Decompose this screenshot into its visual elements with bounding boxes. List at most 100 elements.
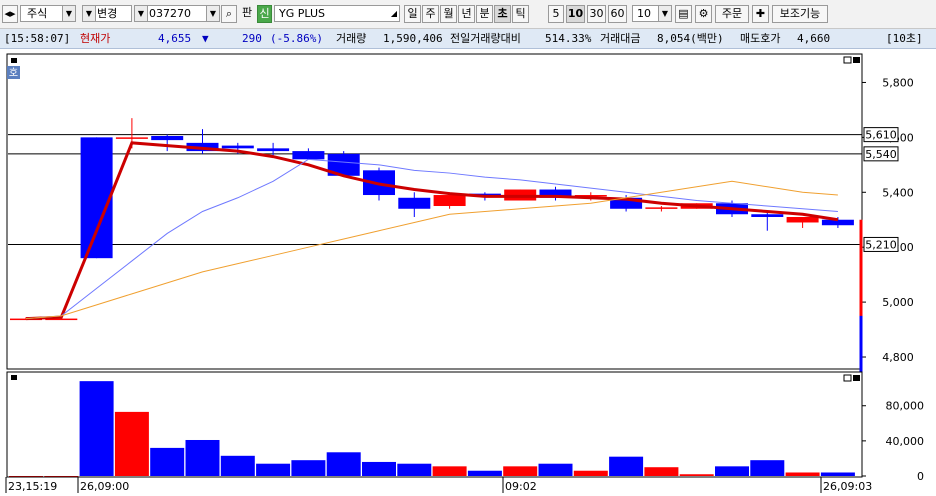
pan-label: 판 [241,6,253,19]
period-tab[interactable]: 일 [404,5,421,23]
prev-volume-ratio: 514.33% [545,32,592,45]
candle-body [151,135,184,141]
amount-label: 거래대금 [600,32,641,45]
candle-body [80,137,113,259]
volume-bar [397,463,432,476]
candle-body [115,137,148,139]
volume-bar [291,460,326,476]
volume-bar [715,466,749,476]
candle-body [398,197,431,209]
volume-bar [785,472,820,476]
settings-button[interactable]: ⚙ [695,5,712,23]
reference-line-label: 5,540 [865,148,897,161]
chevron-down-icon: ▼ [135,6,148,21]
indicator-button[interactable]: 보조기능 [772,5,828,23]
order-button-label: 주문 [721,7,743,20]
panel-handle-icon[interactable] [11,375,17,380]
volume-bar [432,466,467,476]
volume-label: 거래량 [336,32,367,45]
stock-name: YG PLUS [279,7,325,20]
y-tick-label: 5,800 [882,76,914,89]
stock-chart[interactable]: 호 5,8005,6005,4005,2005,0004,800 5,6105,… [0,49,936,496]
interval-input[interactable]: 10 ▼ [632,5,672,22]
volume-bar [538,463,573,476]
x-tick-label: 26,09:00 [80,480,129,493]
indicator-button-label: 보조기능 [779,7,821,20]
gear-icon: ⚙ [698,7,709,20]
period-tab[interactable]: 초 [494,5,511,23]
period-tab[interactable]: 월 [440,5,457,23]
nav-arrows-icon: ◂▸ [4,7,16,20]
period-tab[interactable]: 주 [422,5,439,23]
sin-badge: 신 [257,5,272,23]
save-icon: ▤ [678,7,689,20]
ask-label: 매도호가 [740,32,781,45]
candle-body [786,216,819,223]
candle-body [292,151,325,160]
chevron-down-icon: ▼ [658,6,671,21]
volume-bar [220,455,255,476]
volume-bar [79,381,114,476]
add-button[interactable]: ✚ [752,5,769,23]
period-tab[interactable]: 틱 [512,5,529,23]
stock-code-input[interactable]: ▼ 037270 ▼ [134,5,220,22]
volume-bar [362,461,396,476]
side-label: 호 [9,67,18,79]
volume-bar [750,460,785,476]
search-button[interactable]: ⌕ [221,5,237,23]
chevron-down-icon: ▼ [62,6,75,21]
panel-handle-icon[interactable] [11,58,17,63]
reference-line-label: 5,610 [865,129,897,142]
x-tick-label: 26,09:03 [823,480,872,493]
volume-bar [503,466,538,476]
period-label: [10초] [886,32,923,45]
save-button[interactable]: ▤ [675,5,692,23]
period-tab[interactable]: 년 [458,5,475,23]
dropdown-arrow-icon: ◢ [390,9,397,18]
volume-bar [609,456,644,476]
plus-icon: ✚ [755,7,766,20]
candle-body [751,214,784,217]
volume-bar [467,470,502,476]
x-tick-label: 23,15:19 [8,480,57,493]
market-select-label: 주식 [27,7,48,20]
y-tick-label: 5,000 [882,296,914,309]
volume-y-tick-label: 80,000 [886,400,925,413]
quote-time: [15:58:07] [4,32,71,45]
interval-button[interactable]: 60 [608,5,627,23]
interval-button[interactable]: 5 [548,5,564,23]
candle-body [645,207,678,209]
volume-bar [820,472,855,476]
down-arrow-icon: ▼ [202,32,209,45]
search-icon: ⌕ [225,7,233,20]
amount-value: 8,054(백만) [657,32,724,45]
quote-info-bar: [15:58:07] 현재가 4,655 ▼ 290 (-5.86%) 거래량 … [0,29,936,49]
candle-body [221,145,254,149]
volume-y-tick-label: 40,000 [886,435,925,448]
order-button[interactable]: 주문 [715,5,749,23]
market-select[interactable]: 주식 ▼ [20,5,76,22]
interval-button[interactable]: 30 [587,5,606,23]
change-button[interactable]: ▼ 변경 [82,5,132,22]
volume-bar [185,439,220,476]
period-tab[interactable]: 분 [476,5,493,23]
stock-code-value: 037270 [149,7,191,20]
volume-bar [679,474,714,476]
price-change-pct: (-5.86%) [270,32,323,45]
volume-bar [114,411,149,476]
price-panel: 호 5,8005,6005,4005,2005,0004,800 5,6105,… [6,53,914,407]
panel-close-icon[interactable] [853,57,860,63]
stock-name-field[interactable]: YG PLUS ◢ [274,5,400,22]
panel-close-icon[interactable] [853,375,860,381]
volume-bar [326,452,361,476]
x-tick-label: 09:02 [505,480,537,493]
volume-bar [256,463,291,476]
volume-value: 1,590,406 [383,32,443,45]
price-change: 290 [242,32,262,45]
ask-value: 4,660 [797,32,831,45]
prev-volume-label: 전일거래량대비 [450,32,521,45]
interval-button[interactable]: 10 [566,5,585,23]
nav-arrows-button[interactable]: ◂▸ [2,5,18,23]
y-tick-label: 4,800 [882,351,914,364]
volume-y-tick-label: 0 [917,470,924,483]
